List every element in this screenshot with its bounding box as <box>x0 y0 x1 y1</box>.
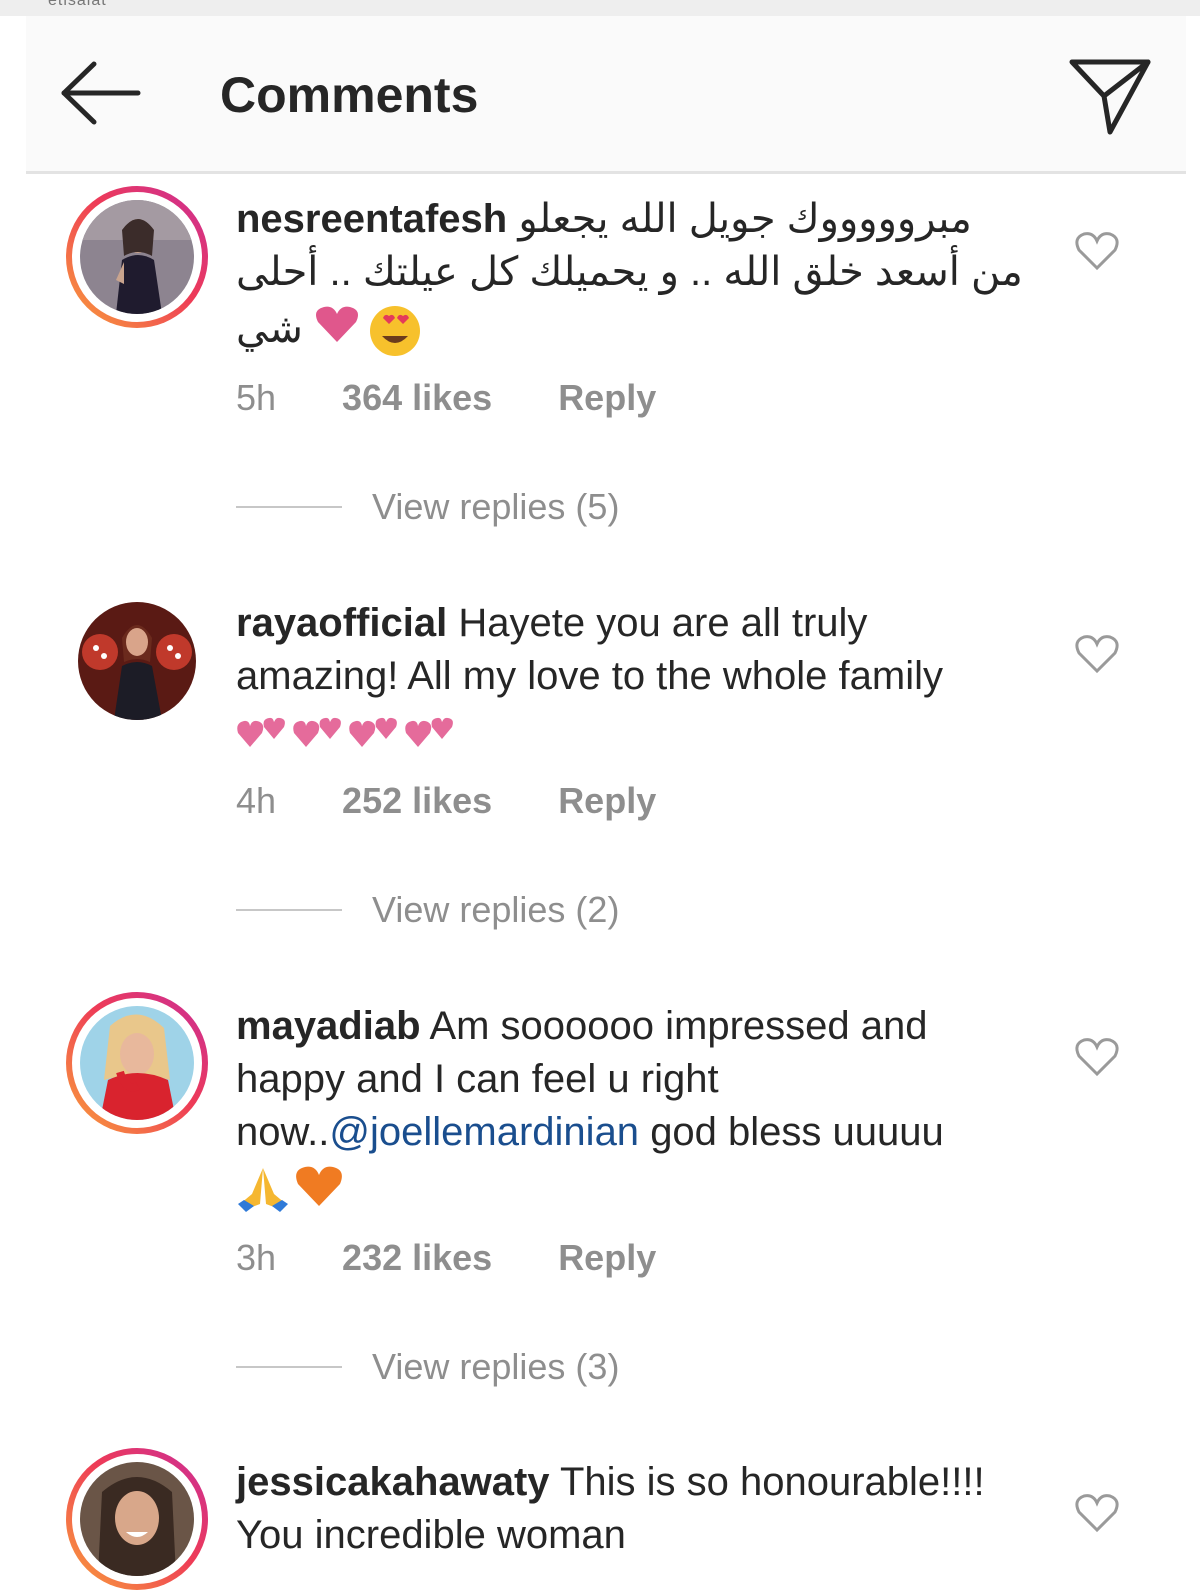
comment-text-line: مبروووووك جويل الله يجعلو <box>518 197 972 241</box>
like-button[interactable] <box>1074 1036 1120 1078</box>
two-hearts-emoji <box>237 718 285 748</box>
comment-time: 3h <box>236 1237 277 1278</box>
view-replies-button[interactable]: View replies (2) <box>236 889 619 931</box>
comment-likes[interactable]: 252 likes <box>342 780 492 822</box>
avatar[interactable] <box>66 992 208 1134</box>
paper-plane-icon <box>1069 59 1151 135</box>
like-button[interactable] <box>1074 633 1120 675</box>
comment-username[interactable]: nesreentafesh <box>236 197 507 241</box>
view-replies-button[interactable]: View replies (5) <box>236 486 619 528</box>
two-hearts-emoji <box>405 718 453 748</box>
divider <box>236 909 342 911</box>
comment-meta: 4h 252 likes Reply <box>236 780 656 822</box>
comment-likes[interactable]: 232 likes <box>342 1237 492 1279</box>
heart-outline-icon <box>1075 232 1119 271</box>
comment-username[interactable]: rayaofficial <box>236 601 447 645</box>
carrier-label: etisalat <box>48 0 107 9</box>
comment-body: jessicakahawaty This is so honourable!!!… <box>236 1456 1036 1562</box>
two-hearts-emoji <box>349 718 397 748</box>
like-button[interactable] <box>1074 230 1120 272</box>
comment-time: 5h <box>236 377 277 418</box>
avatar-photo <box>80 1006 194 1120</box>
reply-button[interactable]: Reply <box>558 780 656 822</box>
avatar[interactable] <box>66 1448 208 1590</box>
avatar-photo <box>80 1462 194 1576</box>
avatar-photo <box>80 200 194 314</box>
heart-eyes-emoji <box>369 306 420 357</box>
orange-heart-emoji <box>296 1167 342 1207</box>
view-replies-button[interactable]: View replies (3) <box>236 1346 619 1388</box>
heart-outline-icon <box>1075 1038 1119 1077</box>
comments-header: Comments <box>26 16 1186 174</box>
comment-meta: 3h 232 likes Reply <box>236 1237 656 1279</box>
comment-text-line: من أسعد خلق الله .. و يحميلك كل عيلتك ..… <box>236 250 1023 294</box>
pink-heart-emoji <box>315 307 358 343</box>
comment-time: 4h <box>236 780 277 821</box>
send-button[interactable] <box>1066 52 1156 142</box>
view-replies-label: View replies (5) <box>372 486 620 527</box>
heart-outline-icon <box>1075 635 1119 674</box>
divider <box>236 506 342 508</box>
arrow-left-icon <box>61 61 141 125</box>
comment-text: god bless uuuuu <box>650 1110 944 1154</box>
comment-username[interactable]: jessicakahawaty <box>236 1460 550 1504</box>
divider <box>236 1366 342 1368</box>
back-button[interactable] <box>56 58 146 128</box>
comment-body: rayaofficial Hayete you are all truly am… <box>236 597 1036 756</box>
view-replies-label: View replies (2) <box>372 889 620 930</box>
page-title: Comments <box>220 67 479 123</box>
comment-body: nesreentafesh مبروووووك جويل الله يجعلو … <box>236 193 1036 358</box>
comment-body: mayadiab Am soooooo impressed and happy … <box>236 1000 1036 1214</box>
view-replies-label: View replies (3) <box>372 1346 620 1387</box>
comment-meta: 5h 364 likes Reply <box>236 377 656 419</box>
avatar-photo <box>78 602 196 720</box>
avatar[interactable] <box>66 590 208 732</box>
avatar[interactable] <box>66 186 208 328</box>
comment-username[interactable]: mayadiab <box>236 1004 421 1048</box>
heart-outline-icon <box>1075 1494 1119 1533</box>
status-bar: etisalat <box>0 0 1200 16</box>
like-button[interactable] <box>1074 1492 1120 1534</box>
reply-button[interactable]: Reply <box>558 1237 656 1279</box>
comment-text-line: شي <box>236 307 303 351</box>
comment-likes[interactable]: 364 likes <box>342 377 492 419</box>
two-hearts-emoji <box>293 718 341 748</box>
mention-link[interactable]: @joellemardinian <box>329 1110 639 1154</box>
reply-button[interactable]: Reply <box>558 377 656 419</box>
folded-hands-emoji <box>238 1168 288 1213</box>
